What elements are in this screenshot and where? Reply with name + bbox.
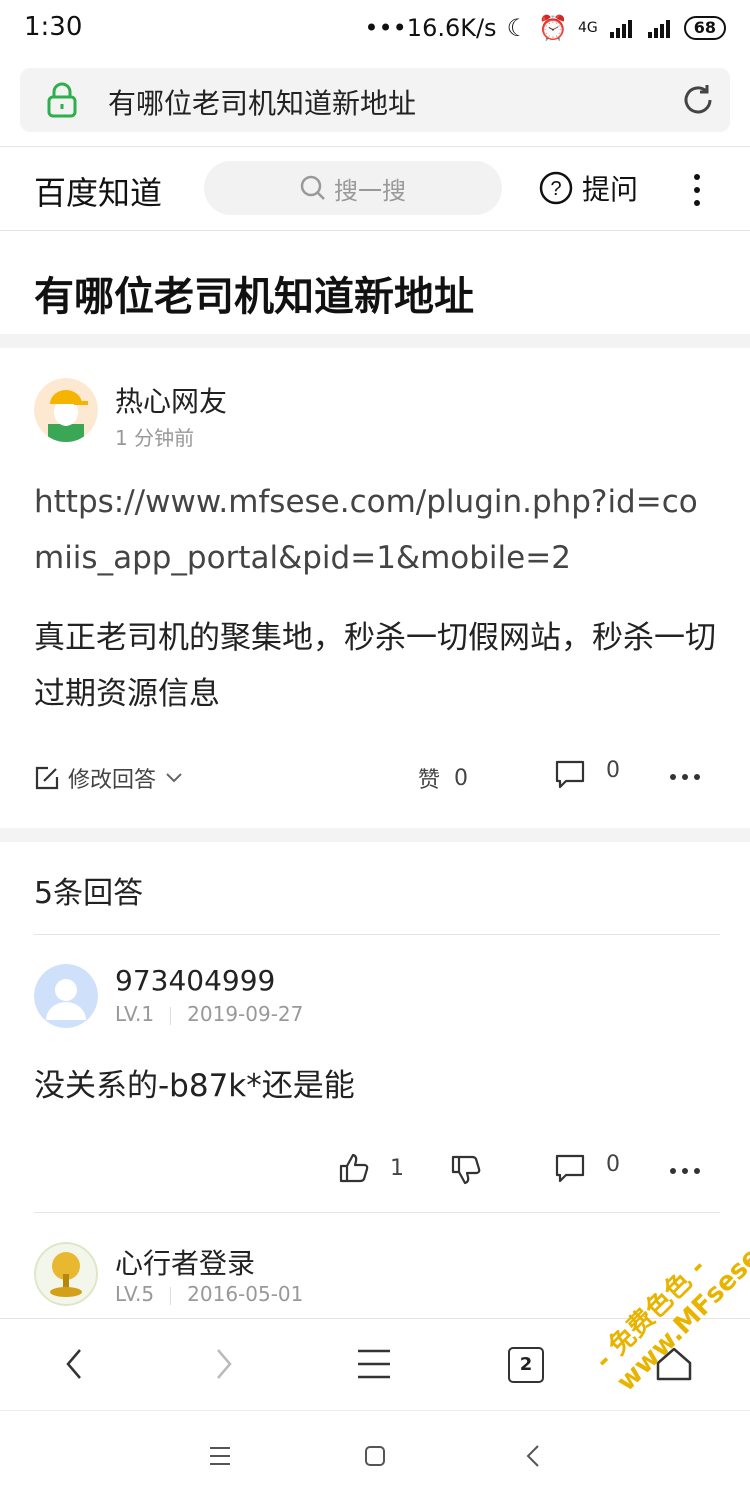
thumbs-down-icon xyxy=(451,1155,481,1185)
status-icons: •••16.6K/s ☾ ⏰ 4G 68 xyxy=(364,12,726,44)
site-logo[interactable]: 百度知道 xyxy=(34,168,162,214)
status-bar: 1:30 •••16.6K/s ☾ ⏰ 4G 68 xyxy=(0,0,750,56)
avatar[interactable] xyxy=(34,378,98,442)
answer-user-name[interactable]: 心行者登录 xyxy=(115,1242,255,1282)
more-horizontal-icon[interactable] xyxy=(670,1168,700,1174)
back-icon[interactable] xyxy=(62,1347,86,1381)
answer-text: 没关系的-b87k*还是能 xyxy=(34,1068,355,1104)
network-speed: •••16.6K/s xyxy=(364,14,497,42)
divider xyxy=(0,146,750,147)
tabs-button[interactable]: 2 xyxy=(508,1347,544,1383)
back-nav-icon[interactable] xyxy=(524,1443,542,1469)
answer-date: 2016-05-01 xyxy=(187,1282,304,1306)
section-divider xyxy=(0,828,750,842)
like-label: 赞 xyxy=(418,768,441,793)
recent-apps-icon[interactable] xyxy=(208,1445,232,1467)
edit-icon xyxy=(35,766,59,790)
forward-icon[interactable] xyxy=(212,1347,236,1381)
thumbs-up-icon xyxy=(339,1153,369,1183)
answer-body: 真正老司机的聚集地，秒杀一切假网站，秒杀一切过期资源信息 xyxy=(34,620,716,712)
avatar[interactable] xyxy=(34,964,98,1028)
status-time: 1:30 xyxy=(24,12,83,42)
answers-count-header: 5条回答 xyxy=(34,876,144,911)
moon-icon: ☾ xyxy=(506,14,529,42)
divider xyxy=(34,934,720,935)
answer-user-meta: LV.5 2016-05-01 xyxy=(115,1282,303,1306)
battery-indicator: 68 xyxy=(683,16,726,40)
answer-user-meta: LV.1 2019-09-27 xyxy=(115,1002,303,1026)
svg-text:?: ? xyxy=(550,178,561,200)
edit-answer-button[interactable]: 修改回答 xyxy=(34,762,184,794)
user-level: LV.5 xyxy=(115,1282,155,1306)
default-avatar-icon xyxy=(34,964,98,1028)
chevron-down-icon xyxy=(166,773,182,783)
more-horizontal-icon[interactable] xyxy=(670,774,700,780)
search-placeholder: 搜一搜 xyxy=(334,176,406,205)
comment-count: 0 xyxy=(606,1151,620,1177)
answer-date: 2019-09-27 xyxy=(187,1002,304,1026)
more-vertical-icon[interactable] xyxy=(690,172,704,208)
downvote-button[interactable] xyxy=(450,1154,482,1186)
comment-icon xyxy=(555,760,585,789)
section-divider xyxy=(0,334,750,348)
search-input[interactable]: 搜一搜 xyxy=(204,161,502,215)
ask-label: 提问 xyxy=(582,173,639,206)
question-title: 有哪位老司机知道新地址 xyxy=(34,274,474,320)
comment-icon xyxy=(555,1154,585,1183)
tree-avatar-icon xyxy=(34,1242,98,1306)
upvote-button[interactable]: 1 xyxy=(338,1152,404,1184)
signal-icon-2 xyxy=(647,20,670,38)
question-icon: ? xyxy=(539,171,573,205)
post-time: 1 分钟前 xyxy=(115,426,195,450)
lock-icon xyxy=(47,82,77,118)
network-type: 4G xyxy=(577,20,598,36)
answer-url-text[interactable]: https://www.mfsese.com/plugin.php?id=com… xyxy=(34,474,724,586)
author-name[interactable]: 热心网友 xyxy=(115,380,227,420)
divider xyxy=(34,1212,720,1213)
avatar[interactable] xyxy=(34,1242,98,1306)
signal-icon xyxy=(609,20,632,38)
tabs-count: 2 xyxy=(519,1354,533,1375)
answer-user-name[interactable]: 973404999 xyxy=(115,964,275,997)
like-button[interactable]: 赞 0 xyxy=(418,762,468,794)
search-icon xyxy=(300,175,325,200)
edit-answer-label: 修改回答 xyxy=(68,768,157,793)
url-text[interactable]: 有哪位老司机知道新地址 xyxy=(108,82,416,122)
like-count: 0 xyxy=(454,765,469,791)
ask-button[interactable]: ? 提问 xyxy=(538,168,638,208)
reload-icon[interactable] xyxy=(680,82,716,118)
upvote-count: 1 xyxy=(390,1155,404,1181)
system-nav-bar xyxy=(0,1410,750,1501)
alarm-icon: ⏰ xyxy=(538,14,568,42)
home-nav-icon[interactable] xyxy=(364,1445,386,1467)
user-avatar-icon xyxy=(34,378,98,442)
user-level: LV.1 xyxy=(115,1002,155,1026)
url-bar[interactable]: 有哪位老司机知道新地址 xyxy=(20,68,730,132)
divider xyxy=(0,230,750,231)
comment-button[interactable]: 0 xyxy=(554,758,620,790)
comment-count: 0 xyxy=(606,757,620,783)
comment-button[interactable]: 0 xyxy=(554,1152,620,1184)
menu-icon[interactable] xyxy=(356,1347,392,1381)
